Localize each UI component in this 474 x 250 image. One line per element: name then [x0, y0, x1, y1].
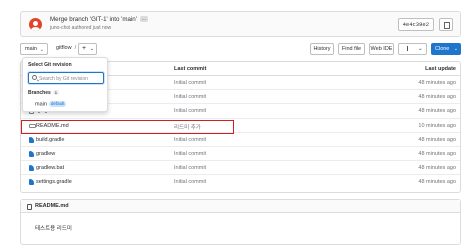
branch-count-badge: 1: [52, 90, 60, 95]
readme-row-highlight: [21, 120, 234, 134]
table-row[interactable]: settings.gradle Initial commit 48 minutes …: [21, 175, 460, 189]
file-last-update: 48 minutes ago: [418, 165, 456, 172]
default-badge: default: [48, 101, 67, 107]
file-last-commit-link[interactable]: Initial commit: [174, 108, 206, 114]
branch-name: main: [35, 101, 47, 108]
download-button[interactable]: ⌄: [398, 43, 427, 55]
web-ide-button[interactable]: Web IDE: [369, 43, 394, 55]
breadcrumb-project[interactable]: gitflow: [56, 45, 72, 51]
clone-label: Clone: [435, 46, 450, 52]
readme-title[interactable]: README.md: [35, 203, 69, 209]
last-commit-bar: Merge branch 'GIT-1' into 'main'... juno…: [20, 11, 461, 37]
file-last-commit-link[interactable]: Initial commit: [174, 80, 206, 86]
find-file-button[interactable]: Find file: [338, 43, 365, 55]
gradle-icon: [29, 136, 34, 143]
commit-title[interactable]: Merge branch 'GIT-1' into 'main'...: [50, 16, 149, 23]
branches-section-header: Branches 1: [28, 90, 60, 96]
file-last-commit-link[interactable]: Initial commit: [174, 165, 206, 171]
git-revision-dropdown: Select Git revision Branches1 maindefaul…: [22, 57, 108, 112]
gradle-icon: [29, 151, 34, 157]
copy-sha-button[interactable]: [439, 18, 453, 31]
gradle-icon: [29, 165, 34, 172]
commit-meta: juno-choi authored just now: [50, 25, 112, 31]
file-name-link[interactable]: settings.gradle: [36, 179, 72, 185]
file-last-update: 10 minutes ago: [418, 122, 456, 129]
table-row[interactable]: gradlew Initial commit 48 minutes ago: [21, 147, 460, 162]
readme-panel: README.md 테스트용 리드미: [20, 199, 461, 245]
table-row[interactable]: gradlew.bat Initial commit 48 minutes ago: [21, 161, 460, 176]
file-last-update: 48 minutes ago: [418, 108, 456, 115]
chevron-down-icon: ⌄: [418, 46, 423, 52]
breadcrumb: gitflow /: [56, 45, 76, 51]
table-row[interactable]: build.gradle Initial commit 48 minutes ago: [21, 133, 460, 147]
search-icon: [32, 75, 37, 80]
revision-search-box[interactable]: [28, 72, 104, 84]
chevron-down-icon: ⌄: [39, 47, 44, 53]
column-last-update: Last update: [425, 66, 456, 72]
file-last-update: 48 minutes ago: [418, 151, 456, 157]
plus-icon: +: [82, 45, 87, 52]
branches-label: Branches: [28, 90, 51, 96]
readme-content: 테스트용 리드미: [35, 226, 72, 232]
file-name-link[interactable]: gradlew.bat: [36, 165, 64, 171]
readme-header: README.md: [21, 200, 460, 213]
file-last-commit-link[interactable]: Initial commit: [174, 151, 206, 157]
commit-sha[interactable]: 4e4c39e2: [397, 18, 434, 31]
commit-title-text[interactable]: Merge branch 'GIT-1' into 'main': [50, 16, 137, 23]
clone-button[interactable]: Clone ⌄: [431, 43, 461, 55]
commit-expand-button[interactable]: ...: [139, 16, 149, 23]
branch-item-main[interactable]: main default: [35, 101, 67, 108]
dropdown-title: Select Git revision: [28, 62, 72, 68]
file-last-commit-link[interactable]: Initial commit: [174, 94, 206, 100]
file-last-update: 48 minutes ago: [418, 80, 456, 86]
add-to-tree-button[interactable]: + ⌄: [78, 43, 97, 55]
column-last-commit: Last commit: [174, 66, 207, 72]
file-last-commit-link[interactable]: Initial commit: [174, 179, 206, 185]
file-icon: [27, 204, 32, 210]
file-last-update: 48 minutes ago: [418, 136, 456, 143]
revision-search-input[interactable]: [39, 74, 103, 83]
ref-switcher-button[interactable]: main ⌄: [20, 43, 48, 55]
file-last-update: 48 minutes ago: [418, 179, 456, 186]
avatar[interactable]: [29, 18, 42, 31]
gradle-icon: [29, 179, 34, 186]
file-last-update: 48 minutes ago: [418, 94, 456, 101]
ref-switcher-label: main: [25, 46, 37, 52]
file-name-link[interactable]: gradlew: [36, 151, 55, 157]
chevron-down-icon: ⌄: [453, 46, 458, 52]
file-name-link[interactable]: build.gradle: [36, 137, 64, 143]
breadcrumb-separator: /: [74, 45, 77, 51]
chevron-down-icon: ⌄: [89, 46, 94, 52]
history-button[interactable]: History: [310, 43, 334, 55]
download-icon: [407, 46, 408, 51]
file-last-commit-link[interactable]: Initial commit: [174, 137, 206, 143]
